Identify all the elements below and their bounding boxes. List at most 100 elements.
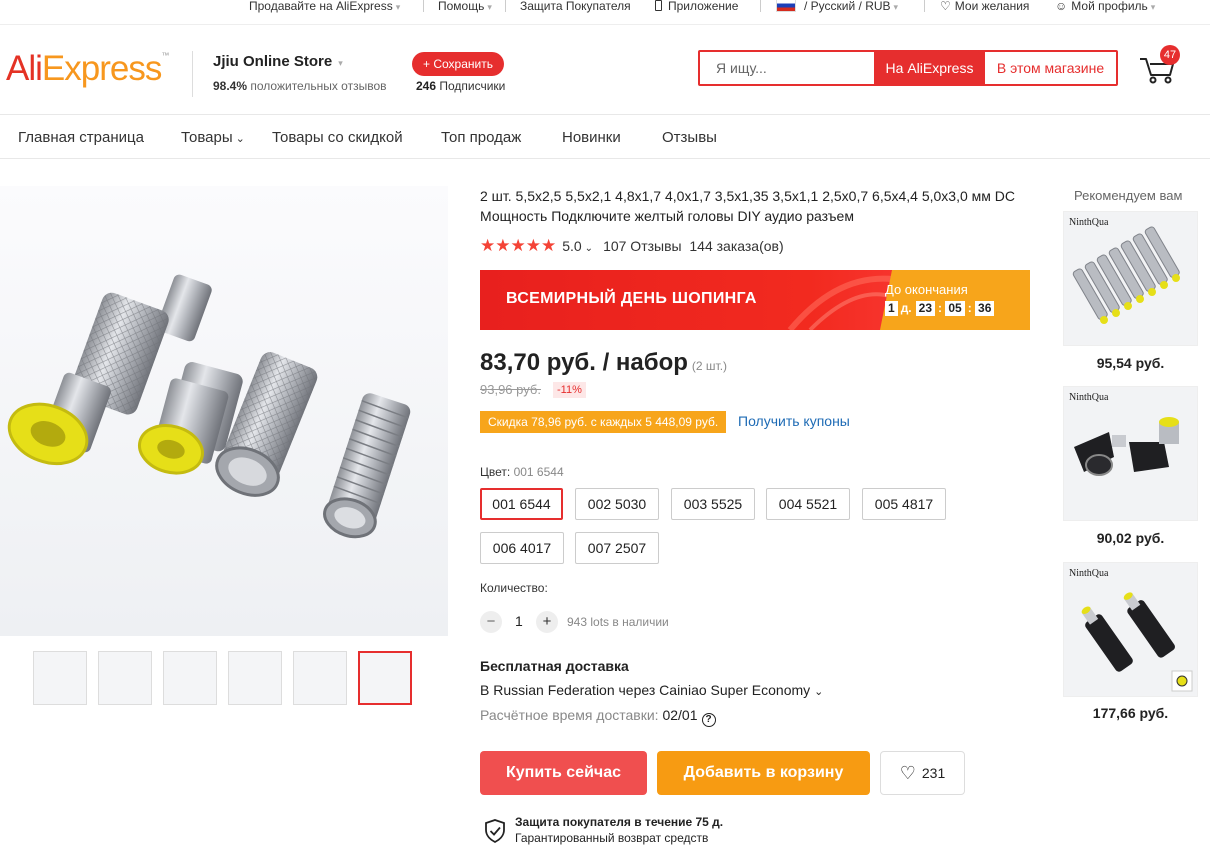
chevron-down-icon: ▾ <box>893 2 899 12</box>
help-link[interactable]: Помощь ▾ <box>438 0 492 14</box>
countdown-panel <box>880 270 1030 330</box>
countdown-timer: 1 д. 23: 05: 36 <box>885 301 997 316</box>
buyer-protection-link[interactable]: Защита Покупателя <box>520 0 631 13</box>
locale-selector[interactable]: / Русский / RUB ▾ <box>776 0 898 14</box>
product-title: 2 шт. 5,5x2,5 5,5x2,1 4,8x1,7 4,0x1,7 3,… <box>480 188 1016 224</box>
thumbnail-6[interactable] <box>358 651 412 705</box>
aliexpress-logo[interactable]: AliExpress™ <box>6 49 169 89</box>
rating-row: ★★★★★ 5.0 ⌄ 107 Отзывы 144 заказа(ов) <box>480 236 784 256</box>
reviews-link[interactable]: 107 Отзывы <box>603 238 682 254</box>
product-thumbnail <box>1074 417 1179 476</box>
color-option-5[interactable]: 005 4817 <box>862 488 946 520</box>
shipping-method[interactable]: В Russian Federation через Cainiao Super… <box>480 682 823 698</box>
nav-products[interactable]: Товары ⌄ <box>181 129 245 146</box>
thumbnail-4[interactable] <box>228 651 282 705</box>
delivery-estimate: Расчётное время доставки: 02/01? <box>480 707 716 727</box>
color-option-6[interactable]: 006 4017 <box>480 532 564 564</box>
search-aliexpress-button[interactable]: На AliExpress <box>874 52 985 84</box>
nav-top-selling[interactable]: Топ продаж <box>441 129 521 146</box>
color-option-7[interactable]: 007 2507 <box>575 532 659 564</box>
color-option-2[interactable]: 002 5030 <box>575 488 659 520</box>
coupon-badge: Скидка 78,96 руб. с каждых 5 448,09 руб. <box>480 411 727 433</box>
brand-watermark: NinthQua <box>1069 217 1109 228</box>
product-thumbnail <box>1072 226 1180 324</box>
product-thumbnail <box>1081 592 1193 692</box>
banner-title: ВСЕМИРНЫЙ ДЕНЬ ШОПИНГА <box>506 290 757 307</box>
search-store-button[interactable]: В этом магазине <box>985 52 1116 84</box>
header: AliExpress™ Jjiu Online Store ▾ 98.4% пол… <box>0 24 1210 114</box>
promo-banner[interactable]: ВСЕМИРНЫЙ ДЕНЬ ШОПИНГА До окончания 1 д. 2… <box>480 270 1030 330</box>
increase-quantity-button[interactable]: + <box>536 611 558 633</box>
sell-link[interactable]: Продавайте на AliExpress ▾ <box>249 0 400 14</box>
get-coupons-link[interactable]: Получить купоны <box>738 413 850 429</box>
app-link[interactable]: Приложение <box>655 0 738 13</box>
heart-icon: ♡ <box>940 0 951 13</box>
product-main-image[interactable] <box>0 186 448 636</box>
phone-icon <box>655 0 662 11</box>
recommended-item-2[interactable]: NinthQua <box>1063 386 1198 521</box>
rating-value[interactable]: 5.0 <box>562 238 581 254</box>
thumbnail-2[interactable] <box>98 651 152 705</box>
thumbnail-1[interactable] <box>33 651 87 705</box>
chevron-down-icon: ⌄ <box>584 243 594 254</box>
chevron-down-icon: ▾ <box>487 2 492 12</box>
top-bar: Продавайте на AliExpress ▾ Помощь ▾ Защита… <box>0 0 1210 14</box>
divider <box>760 0 761 12</box>
recommended-price-3: 177,66 руб. <box>1092 705 1169 721</box>
buy-now-button[interactable]: Купить сейчас <box>480 751 647 795</box>
recommended-price-1: 95,54 руб. <box>1096 355 1165 371</box>
orders-count: 144 заказа(ов) <box>689 238 784 254</box>
wishlist-link[interactable]: ♡ Мои желания <box>940 0 1029 13</box>
user-icon: ☺ <box>1055 0 1068 13</box>
help-icon[interactable]: ? <box>701 713 716 727</box>
color-option-1[interactable]: 001 6544 <box>480 488 563 520</box>
search-bar: На AliExpress В этом магазине <box>698 50 1118 86</box>
brand-watermark: NinthQua <box>1069 392 1109 403</box>
shipping-title: Бесплатная доставка <box>480 658 629 674</box>
countdown-label: До окончания <box>885 282 968 297</box>
chevron-down-icon: ⌄ <box>235 133 245 145</box>
recommend-title: Рекомендуем вам <box>1074 188 1183 203</box>
buyer-protection-title: Защита покупателя в течение 75 д. <box>515 815 724 829</box>
follow-store-button[interactable]: + Сохранить <box>412 52 504 76</box>
nav-sale[interactable]: Товары со скидкой <box>272 129 403 146</box>
nav-new[interactable]: Новинки <box>562 129 621 146</box>
quantity-value[interactable]: 1 <box>515 613 523 629</box>
chevron-down-icon: ▾ <box>1150 2 1156 12</box>
price: 83,70 руб. / набор (2 шт.) <box>480 349 728 376</box>
buyer-protection-subtitle: Гарантированный возврат средств <box>515 831 709 845</box>
recommended-item-1[interactable]: NinthQua <box>1063 211 1198 346</box>
thumbnail-3[interactable] <box>163 651 217 705</box>
decrease-quantity-button[interactable]: − <box>480 611 502 633</box>
chevron-down-icon: ⌄ <box>814 686 824 698</box>
brand-watermark: NinthQua <box>1069 568 1109 579</box>
profile-link[interactable]: ☺ Мой профиль ▾ <box>1055 0 1155 14</box>
store-nav: Главная страница Товары ⌄ Товары со скидк… <box>0 114 1210 159</box>
add-to-cart-button[interactable]: Добавить в корзину <box>657 751 870 795</box>
heart-icon: ♡ <box>899 763 916 783</box>
discount-badge: -11% <box>553 382 586 398</box>
dc-plug-photo <box>7 274 411 539</box>
nav-home[interactable]: Главная страница <box>18 129 144 146</box>
followers-count: 246 Подписчики <box>416 79 506 93</box>
recommended-item-3[interactable]: NinthQua <box>1063 562 1198 697</box>
nav-reviews[interactable]: Отзывы <box>662 129 717 146</box>
russia-flag-icon <box>776 0 796 12</box>
chevron-down-icon: ▾ <box>395 2 401 12</box>
wishlist-button[interactable]: ♡ 231 <box>880 751 965 795</box>
divider <box>924 0 925 12</box>
shield-check-icon <box>485 819 505 843</box>
original-price: 93,96 руб. <box>480 382 541 397</box>
store-rating: 98.4% положительных отзывов <box>213 79 387 93</box>
chevron-down-icon: ▾ <box>338 58 343 68</box>
color-option-4[interactable]: 004 5521 <box>766 488 850 520</box>
star-rating: ★★★★★ <box>480 236 557 255</box>
divider <box>192 51 193 97</box>
cart-count-badge: 47 <box>1160 45 1180 65</box>
store-name[interactable]: Jjiu Online Store ▾ <box>213 53 343 70</box>
color-label: Цвет: 001 6544 <box>480 465 564 479</box>
color-option-3[interactable]: 003 5525 <box>671 488 755 520</box>
recommended-price-2: 90,02 руб. <box>1096 530 1165 546</box>
thumbnail-5[interactable] <box>293 651 347 705</box>
search-input[interactable] <box>700 52 874 84</box>
